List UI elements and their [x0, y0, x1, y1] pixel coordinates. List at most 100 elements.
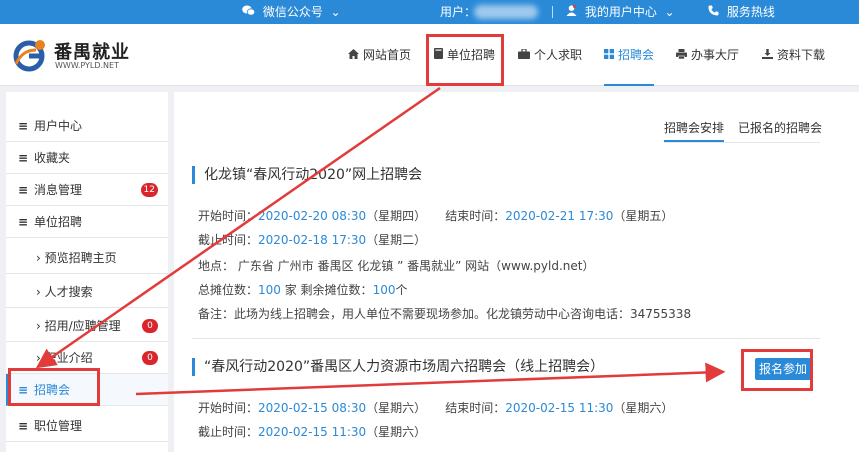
- sidebar-item-label: 职位管理: [34, 419, 83, 433]
- sidebar-item-label: 职业介绍: [44, 351, 93, 365]
- phone-icon: [708, 0, 719, 24]
- sidebar-item-label: 消息管理: [34, 183, 83, 197]
- nav-download-label: 资料下载: [777, 48, 826, 62]
- fair-time-row: 开始时间：2020-02-15 08:30（星期六） 结束时间：2020-02-…: [198, 400, 673, 416]
- blurred-username: [474, 5, 538, 19]
- download-icon: [762, 25, 773, 87]
- chevron-right-icon: ›: [36, 319, 45, 333]
- home-icon: [348, 25, 359, 87]
- sidebar-item-label: 招用/应聘管理: [44, 319, 121, 333]
- nav-home[interactable]: 网站首页: [348, 24, 411, 86]
- booths-label: 总摊位数：: [198, 283, 259, 297]
- start-time: 2020-02-20 08:30: [258, 209, 367, 223]
- fair-title[interactable]: 化龙镇“春风行动2020”网上招聘会: [192, 166, 422, 184]
- start-label: 开始时间：: [198, 209, 259, 223]
- fair-location: 地点： 广东省 广州市 番禺区 化龙镇 ” 番禺就业” 网站（www.pyld.…: [198, 259, 595, 273]
- logo-mark-icon: [13, 40, 45, 72]
- user-icon: [566, 0, 577, 24]
- chevron-right-icon: ›: [36, 251, 45, 265]
- start-weekday: （星期六）: [366, 401, 427, 415]
- booths-unit: 家 剩余摊位数：: [280, 283, 373, 297]
- fair-time-row: 开始时间：2020-02-20 08:30（星期四） 结束时间：2020-02-…: [198, 208, 673, 224]
- tab-schedule[interactable]: 招聘会安排: [664, 116, 725, 142]
- nav-hall[interactable]: 办事大厅: [676, 24, 739, 86]
- application-count-badge: 0: [142, 319, 158, 333]
- sidebar-item-label: 预览招聘主页: [44, 251, 117, 265]
- sidebar-item-employer[interactable]: ≡ 单位招聘: [6, 206, 168, 238]
- sidebar-item-label: 收藏夹: [34, 151, 71, 165]
- deadline-weekday: （星期六）: [366, 425, 427, 439]
- user-center-menu[interactable]: 我的用户中心 ⌄: [566, 0, 675, 24]
- briefcase-icon: [518, 25, 530, 87]
- nav-home-label: 网站首页: [363, 48, 412, 62]
- annotation-box-employer: [426, 34, 504, 86]
- chevron-right-icon: ›: [36, 351, 45, 365]
- end-time: 2020-02-21 17:30: [505, 209, 614, 223]
- nav-seeker[interactable]: 个人求职: [518, 24, 582, 86]
- sidebar-item-label: 人才搜索: [44, 285, 93, 299]
- start-label: 开始时间：: [198, 401, 259, 415]
- hotline-label: 服务热线: [726, 5, 775, 19]
- menu-icon: ≡: [18, 119, 29, 133]
- deadline-time: 2020-02-18 17:30: [258, 233, 367, 247]
- grid-icon: [604, 25, 614, 87]
- menu-icon: ≡: [18, 215, 29, 229]
- nav-seeker-label: 个人求职: [534, 48, 583, 62]
- start-time: 2020-02-15 08:30: [258, 401, 367, 415]
- wechat-label: 微信公众号: [262, 5, 323, 19]
- tab-registered[interactable]: 已报名的招聘会: [738, 116, 822, 142]
- fair-deadline-row: 截止时间：2020-02-15 11:30（星期六）: [198, 424, 426, 440]
- sidebar-item-application-management[interactable]: › 招用/应聘管理 0: [6, 310, 168, 342]
- message-count-badge: 12: [140, 183, 158, 197]
- sidebar-item-messages[interactable]: ≡ 消息管理 12: [6, 174, 168, 206]
- printer-icon: [676, 25, 687, 87]
- chevron-down-icon: ⌄: [660, 5, 675, 19]
- main-content: 招聘会安排 已报名的招聘会 化龙镇“春风行动2020”网上招聘会 开始时间：20…: [174, 92, 859, 452]
- hotline-link[interactable]: 服务热线: [708, 0, 775, 24]
- annotation-box-apply: [741, 349, 813, 391]
- deadline-label: 截止时间：: [198, 233, 259, 247]
- start-weekday: （星期四）: [366, 209, 427, 223]
- end-weekday: （星期五）: [613, 209, 674, 223]
- fair-divider: [192, 338, 820, 339]
- menu-icon: ≡: [18, 183, 29, 197]
- annotation-box-job-fair: [8, 368, 100, 406]
- referral-count-badge: 0: [142, 351, 158, 365]
- end-label: 结束时间：: [445, 209, 506, 223]
- remaining-count: 100: [372, 283, 396, 297]
- top-bar: 微信公众号 ⌄ 用户： 我的用户中心 ⌄ 服务热线: [0, 0, 859, 24]
- sidebar-item-user-center[interactable]: ≡ 用户中心: [6, 110, 168, 142]
- sidebar-item-label: 单位招聘: [34, 215, 83, 229]
- deadline-time: 2020-02-15 11:30: [258, 425, 367, 439]
- deadline-weekday: （星期二）: [366, 233, 427, 247]
- site-logo[interactable]: 番禺就业 WWW.PYLD.NET: [12, 36, 142, 76]
- sidebar-item-talent-search[interactable]: › 人才搜索: [6, 276, 168, 308]
- tab-underline: [664, 142, 820, 143]
- nav-download[interactable]: 资料下载: [762, 24, 825, 86]
- sidebar-item-favorites[interactable]: ≡ 收藏夹: [6, 142, 168, 174]
- booths-count: 100: [258, 283, 281, 297]
- wechat-menu[interactable]: 微信公众号 ⌄: [242, 0, 341, 24]
- chevron-down-icon: ⌄: [326, 5, 341, 19]
- sidebar-item-label: 用户中心: [34, 119, 83, 133]
- end-time: 2020-02-15 11:30: [505, 401, 614, 415]
- user-center-label: 我的用户中心: [584, 5, 657, 19]
- fair-deadline-row: 截止时间：2020-02-18 17:30（星期二）: [198, 232, 426, 248]
- sidebar-item-position-management[interactable]: ≡ 职位管理: [6, 410, 168, 442]
- nav-fair-label: 招聘会: [618, 48, 655, 62]
- nav-hall-label: 办事大厅: [691, 48, 740, 62]
- fair-title[interactable]: “春风行动2020”番禺区人力资源市场周六招聘会（线上招聘会）: [192, 358, 604, 376]
- logo-url: WWW.PYLD.NET: [55, 61, 119, 70]
- fair-note: 备注：此场为线上招聘会，用人单位不需要现场参加。化龙镇劳动中心咨询电话：3475…: [198, 307, 692, 321]
- end-label: 结束时间：: [445, 401, 506, 415]
- sidebar-item-preview-homepage[interactable]: › 预览招聘主页: [6, 242, 168, 274]
- chevron-right-icon: ›: [36, 285, 45, 299]
- deadline-label: 截止时间：: [198, 425, 259, 439]
- nav-fair[interactable]: 招聘会: [604, 24, 655, 87]
- remaining-unit: 个: [395, 283, 408, 297]
- end-weekday: （星期六）: [613, 401, 674, 415]
- user-label: 用户：: [440, 5, 477, 19]
- fair-booths-row: 总摊位数：100 家 剩余摊位数：100个: [198, 282, 407, 298]
- wechat-icon: [242, 0, 256, 24]
- menu-icon: ≡: [18, 151, 29, 165]
